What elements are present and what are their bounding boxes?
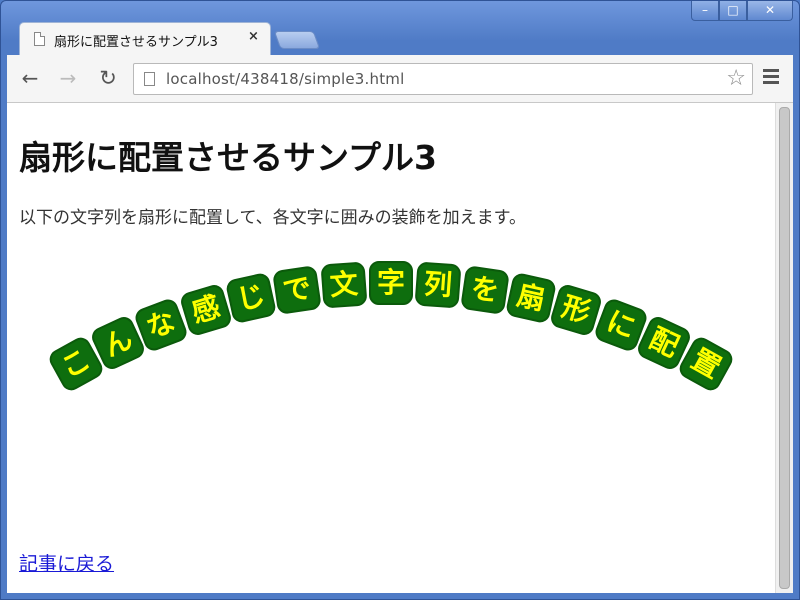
window-controls: – □ ✕ <box>691 1 793 21</box>
back-button[interactable]: ← <box>17 65 43 91</box>
reload-button[interactable]: ↻ <box>95 65 121 91</box>
address-bar[interactable]: localhost/438418/simple3.html ☆ <box>133 63 753 95</box>
tab-title: 扇形に配置させるサンプル3 <box>54 35 218 50</box>
vertical-scrollbar[interactable] <box>775 103 793 593</box>
page-viewport: 扇形に配置させるサンプル3 以下の文字列を扇形に配置して、各文字に囲みの装飾を加… <box>7 103 775 593</box>
scrollbar-thumb[interactable] <box>779 107 790 589</box>
fan-char: 感 <box>178 282 233 338</box>
fan-char: を <box>459 264 510 315</box>
page-icon <box>144 72 155 86</box>
fan-char: 文 <box>320 261 368 309</box>
page-icon <box>34 32 45 46</box>
fan-char: で <box>272 264 323 315</box>
fan-char: じ <box>224 271 278 325</box>
forward-button[interactable]: → <box>55 65 81 91</box>
minimize-button[interactable]: – <box>691 1 719 21</box>
fan-char: 列 <box>414 261 462 309</box>
maximize-button[interactable]: □ <box>719 1 747 21</box>
bookmark-star-icon[interactable]: ☆ <box>726 66 746 91</box>
back-to-article-link[interactable]: 記事に戻る <box>19 549 114 576</box>
browser-window: – □ ✕ 扇形に配置させるサンプル3 × ← → ↻ localhost/43… <box>0 0 800 600</box>
new-tab-button[interactable] <box>273 31 321 49</box>
close-window-button[interactable]: ✕ <box>747 1 793 21</box>
tab-close-icon[interactable]: × <box>248 29 259 44</box>
menu-icon[interactable] <box>763 69 779 85</box>
fan-char: 字 <box>369 261 413 305</box>
url-text[interactable]: localhost/438418/simple3.html <box>166 70 405 88</box>
toolbar: ← → ↻ localhost/438418/simple3.html ☆ <box>7 55 793 103</box>
tab-active[interactable]: 扇形に配置させるサンプル3 × <box>19 22 271 55</box>
fan-char: 扇 <box>504 271 558 325</box>
fan-text: こんな感じで文字列を扇形に配置 <box>7 103 775 593</box>
